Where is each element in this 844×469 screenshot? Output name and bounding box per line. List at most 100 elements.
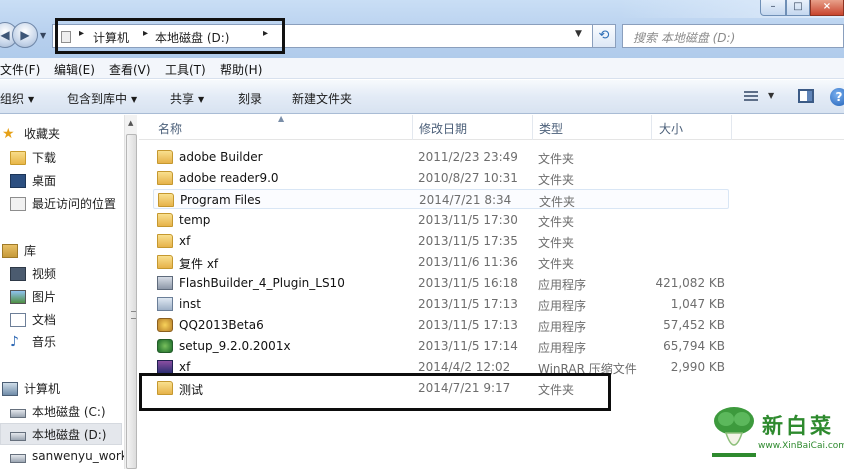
file-name: setup_9.2.0.2001x bbox=[179, 339, 291, 353]
file-type: 应用程序 bbox=[538, 320, 587, 334]
include-library-label: 包含到库中 bbox=[67, 92, 128, 106]
table-row[interactable]: FlashBuilder_4_Plugin_LS10 2013/11/5 16:1… bbox=[153, 273, 729, 293]
nav-music[interactable]: ♪ 音乐 bbox=[10, 333, 56, 350]
file-type: 文件夹 bbox=[538, 152, 575, 166]
annotation-box-new-folder bbox=[139, 373, 611, 411]
table-row[interactable]: Program Files 2014/7/21 8:34 文件夹 bbox=[153, 189, 729, 209]
nav-drive-d[interactable]: 本地磁盘 (D:) bbox=[0, 423, 122, 445]
close-button[interactable]: × bbox=[810, 0, 844, 16]
address-bar[interactable]: ▸ 计算机 ▸ 本地磁盘 (D:) ▸ ▼ bbox=[52, 18, 616, 54]
nav-label: 本地磁盘 (C:) bbox=[32, 405, 106, 419]
folder-icon bbox=[157, 150, 173, 164]
table-row[interactable]: 复件 xf 2013/11/6 11:36 文件夹 bbox=[153, 252, 729, 272]
nav-label: 本地磁盘 (D:) bbox=[32, 427, 107, 442]
include-library-button[interactable]: 包含到库中 ▼ bbox=[67, 90, 137, 107]
nav-pictures[interactable]: 图片 bbox=[10, 288, 56, 305]
chevron-down-icon: ▼ bbox=[131, 95, 138, 104]
qq-icon bbox=[157, 318, 173, 332]
table-row[interactable]: adobe reader9.0 2010/8/27 10:31 文件夹 bbox=[153, 168, 729, 188]
file-date: 2013/11/5 17:13 bbox=[418, 318, 518, 332]
nav-network-drive[interactable]: sanwenyu_work bbox=[10, 449, 128, 463]
file-name: temp bbox=[179, 213, 211, 227]
column-divider[interactable] bbox=[651, 115, 652, 140]
new-folder-button[interactable]: 新建文件夹 bbox=[292, 90, 352, 107]
column-divider[interactable] bbox=[532, 115, 533, 140]
nav-label: 库 bbox=[24, 244, 37, 258]
menu-tools[interactable]: 工具(T) bbox=[165, 61, 206, 78]
nav-label: 图片 bbox=[32, 290, 57, 304]
preview-pane-icon[interactable] bbox=[798, 89, 814, 103]
column-size[interactable]: 大小 bbox=[659, 120, 683, 137]
nav-label: sanwenyu_work bbox=[32, 449, 128, 463]
column-name[interactable]: 名称 bbox=[158, 120, 182, 137]
help-icon[interactable]: ? bbox=[830, 88, 844, 106]
nav-computer[interactable]: 计算机 bbox=[2, 380, 60, 397]
column-divider[interactable] bbox=[731, 115, 732, 140]
menu-view[interactable]: 查看(V) bbox=[109, 61, 151, 78]
file-size: 1,047 KB bbox=[670, 297, 725, 311]
nav-documents[interactable]: 文档 bbox=[10, 311, 56, 328]
nav-favorites[interactable]: ★ 收藏夹 bbox=[2, 125, 60, 142]
column-divider[interactable] bbox=[412, 115, 413, 140]
menu-edit[interactable]: 编辑(E) bbox=[54, 61, 95, 78]
column-type[interactable]: 类型 bbox=[539, 120, 563, 137]
setup-icon bbox=[157, 339, 173, 353]
share-button[interactable]: 共享 ▼ bbox=[170, 90, 204, 107]
menu-help[interactable]: 帮助(H) bbox=[220, 61, 262, 78]
rar-icon bbox=[157, 360, 173, 374]
grip-icon bbox=[131, 311, 136, 319]
nav-label: 下载 bbox=[32, 151, 57, 165]
table-row[interactable]: QQ2013Beta6 2013/11/5 17:13 应用程序 57,452 KB bbox=[153, 315, 729, 335]
scrollbar-thumb[interactable] bbox=[126, 134, 137, 469]
scroll-up-icon[interactable]: ▲ bbox=[128, 119, 133, 127]
nav-drive-c[interactable]: 本地磁盘 (C:) bbox=[10, 403, 106, 420]
nav-desktop[interactable]: 桌面 bbox=[10, 172, 56, 189]
burn-button[interactable]: 刻录 bbox=[238, 90, 262, 107]
file-type: 应用程序 bbox=[538, 341, 587, 355]
nav-label: 视频 bbox=[32, 267, 57, 281]
arrow-right-icon: ▶ bbox=[20, 28, 30, 42]
nav-recent[interactable]: 最近访问的位置 bbox=[10, 195, 116, 212]
history-dropdown-icon[interactable]: ▼ bbox=[40, 31, 46, 40]
table-row[interactable]: setup_9.2.0.2001x 2013/11/5 17:14 应用程序 65,7… bbox=[153, 336, 729, 356]
navigation-scrollbar[interactable]: ▲ bbox=[124, 115, 137, 469]
address-dropdown-icon[interactable]: ▼ bbox=[575, 29, 582, 39]
table-row[interactable]: inst 2013/11/5 17:13 应用程序 1,047 KB bbox=[153, 294, 729, 314]
file-name: xf bbox=[179, 360, 191, 374]
navigation-pane: ★ 收藏夹 下载 桌面 最近访问的位置 库 视频 图片 文档 ♪ 音乐 计算机 本地… bbox=[0, 115, 128, 469]
nav-libraries[interactable]: 库 bbox=[2, 242, 36, 259]
file-date: 2014/4/2 12:02 bbox=[418, 360, 511, 374]
folder-icon bbox=[157, 255, 173, 269]
folder-icon bbox=[157, 213, 173, 227]
forward-button[interactable]: ▶ bbox=[12, 22, 38, 48]
table-row[interactable]: adobe Builder 2011/2/23 23:49 文件夹 bbox=[153, 147, 729, 167]
maximize-button[interactable]: □ bbox=[786, 0, 810, 16]
nav-downloads[interactable]: 下载 bbox=[10, 149, 56, 166]
chevron-down-icon: ▼ bbox=[198, 95, 205, 104]
file-size: 57,452 KB bbox=[663, 318, 725, 332]
minimize-button[interactable]: – bbox=[760, 0, 786, 16]
file-date: 2013/11/5 17:35 bbox=[418, 234, 518, 248]
refresh-button[interactable]: ⟲ bbox=[592, 24, 616, 48]
column-date[interactable]: 修改日期 bbox=[419, 120, 467, 137]
file-name: adobe Builder bbox=[179, 150, 263, 164]
command-bar: 组织 ▼ 包含到库中 ▼ 共享 ▼ 刻录 新建文件夹 ▼ ? bbox=[0, 80, 844, 114]
watermark-brand: 新白菜 bbox=[762, 414, 834, 438]
nav-videos[interactable]: 视频 bbox=[10, 265, 56, 282]
table-row[interactable]: xf 2013/11/5 17:35 文件夹 bbox=[153, 231, 729, 251]
file-date: 2011/2/23 23:49 bbox=[418, 150, 518, 164]
title-bar: – □ × ◀ ▶ ▼ ▸ 计算机 ▸ 本地磁盘 (D:) ▸ ▼ ⟲ 搜索 本… bbox=[0, 0, 844, 58]
view-dropdown-icon[interactable]: ▼ bbox=[768, 91, 774, 100]
file-date: 2013/11/5 17:30 bbox=[418, 213, 518, 227]
file-name: adobe reader9.0 bbox=[179, 171, 279, 185]
organize-button[interactable]: 组织 ▼ bbox=[0, 90, 34, 107]
nav-label: 收藏夹 bbox=[24, 127, 61, 141]
file-type: 文件夹 bbox=[538, 236, 575, 250]
search-input[interactable]: 搜索 本地磁盘 (D:) bbox=[622, 24, 844, 48]
file-name: 复件 xf bbox=[179, 257, 219, 271]
view-options-icon[interactable] bbox=[744, 91, 758, 103]
table-row[interactable]: temp 2013/11/5 17:30 文件夹 bbox=[153, 210, 729, 230]
file-type: 文件夹 bbox=[538, 173, 575, 187]
share-label: 共享 bbox=[170, 92, 195, 106]
menu-file[interactable]: 文件(F) bbox=[0, 61, 40, 78]
